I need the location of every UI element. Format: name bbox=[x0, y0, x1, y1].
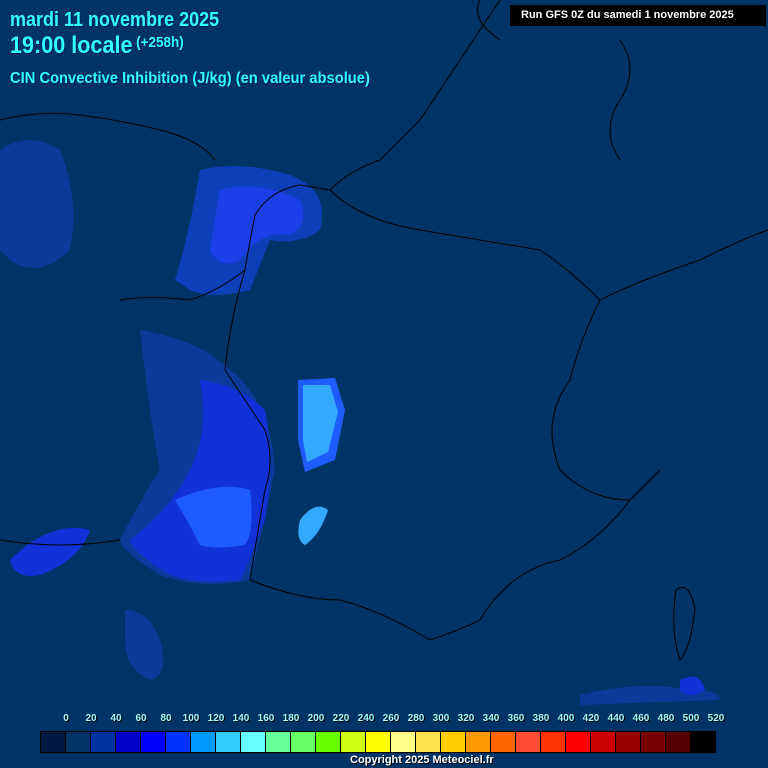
color-legend bbox=[40, 731, 716, 753]
legend-swatch bbox=[241, 732, 266, 752]
legend-swatch bbox=[266, 732, 291, 752]
legend-swatch bbox=[316, 732, 341, 752]
legend-swatch bbox=[641, 732, 666, 752]
legend-swatch bbox=[216, 732, 241, 752]
legend-swatch bbox=[91, 732, 116, 752]
legend-swatch bbox=[591, 732, 616, 752]
legend-swatch bbox=[41, 732, 66, 752]
legend-swatch bbox=[416, 732, 441, 752]
forecast-date: mardi 11 novembre 2025 bbox=[10, 9, 220, 31]
forecast-time: 19:00 locale (+258h) bbox=[10, 32, 184, 60]
lead-time: (+258h) bbox=[136, 34, 184, 51]
legend-swatch bbox=[341, 732, 366, 752]
legend-swatch bbox=[691, 732, 715, 752]
legend-swatch bbox=[666, 732, 691, 752]
legend-label: 520 bbox=[707, 713, 725, 724]
legend-swatch bbox=[491, 732, 516, 752]
legend-swatch bbox=[116, 732, 141, 752]
legend-labels: 0 20 40 60 80 100 120 140 160 180 200 220 240 260 280 3… bbox=[0, 713, 768, 725]
local-time: 19:00 locale bbox=[10, 32, 133, 59]
coastlines-borders bbox=[0, 0, 768, 661]
legend-swatch bbox=[141, 732, 166, 752]
parameter-title: CIN Convective Inhibition (J/kg) (en val… bbox=[10, 70, 370, 87]
copyright: Copyright 2025 Meteociel.fr bbox=[350, 754, 494, 766]
legend-swatch bbox=[391, 732, 416, 752]
legend-swatch bbox=[466, 732, 491, 752]
cin-map bbox=[0, 0, 768, 705]
legend-swatch bbox=[66, 732, 91, 752]
legend-swatch bbox=[516, 732, 541, 752]
legend-swatch bbox=[541, 732, 566, 752]
legend-swatch bbox=[291, 732, 316, 752]
legend-swatch bbox=[616, 732, 641, 752]
cin-field bbox=[0, 140, 720, 705]
legend-swatch bbox=[366, 732, 391, 752]
legend-swatch bbox=[191, 732, 216, 752]
model-run-label: Run GFS 0Z du samedi 1 novembre 2025 bbox=[510, 5, 766, 26]
legend-swatch bbox=[441, 732, 466, 752]
legend-swatch bbox=[166, 732, 191, 752]
legend-swatch bbox=[566, 732, 591, 752]
